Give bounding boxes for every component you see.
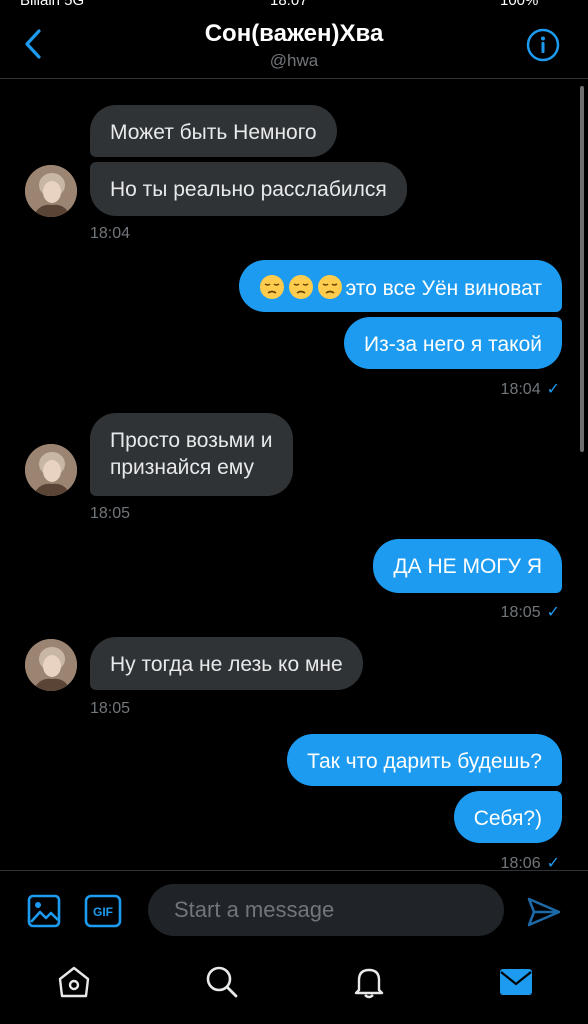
read-check-icon: ✓ [546, 381, 560, 398]
incoming-message[interactable]: Может быть Немного [90, 105, 337, 157]
avatar[interactable] [25, 444, 77, 496]
message-timestamp: 18:04 ✓ [501, 379, 560, 399]
incoming-message[interactable]: Но ты реально расслабился [90, 162, 407, 216]
conversation-title[interactable]: Сон(важен)Хва [0, 20, 588, 48]
incoming-message[interactable]: Просто возьми и признайся ему [90, 413, 293, 496]
timestamp-text: 18:04 [500, 381, 541, 398]
outgoing-message[interactable]: это все Уён виноват [238, 260, 562, 312]
bell-icon[interactable] [351, 964, 387, 1000]
avatar-photo [25, 165, 77, 217]
message-text: это все Уён виноват [345, 277, 542, 300]
conversation-handle: @hwa [269, 51, 319, 70]
message-composer: GIF [0, 870, 588, 949]
avatar[interactable] [25, 639, 77, 691]
conversation-header: Сон(важен)Хва @hwa [0, 10, 588, 79]
search-icon[interactable] [204, 964, 240, 1000]
message-line: признайся ему [110, 456, 254, 479]
avatar-photo [25, 444, 77, 496]
incoming-message[interactable]: Ну тогда не лезь ко мне [90, 637, 363, 690]
read-check-icon: ✓ [546, 604, 560, 621]
status-bar: Billain 5G 18:07 100% [0, 0, 588, 10]
image-icon[interactable] [26, 893, 62, 929]
message-timestamp: 18:05 [90, 505, 131, 522]
outgoing-message[interactable]: Из-за него я такой [344, 317, 562, 369]
message-input[interactable] [148, 884, 504, 936]
gif-icon[interactable]: GIF [84, 893, 122, 929]
battery-level: 100% [500, 0, 539, 9]
outgoing-message[interactable]: Так что дарить будешь? [287, 734, 562, 786]
message-timestamp: 18:04 [90, 225, 131, 242]
pensive-face-icon [288, 275, 313, 299]
send-icon[interactable] [526, 895, 562, 929]
avatar-photo [25, 639, 77, 691]
pensive-face-icon [317, 275, 342, 299]
message-timestamp: 18:05 [90, 700, 131, 717]
gif-label: GIF [93, 905, 113, 919]
outgoing-message[interactable]: Себя?) [453, 791, 562, 843]
avatar[interactable] [25, 165, 77, 217]
home-icon[interactable] [56, 964, 92, 1000]
info-circle-icon[interactable] [526, 28, 560, 62]
scrollbar[interactable] [580, 86, 584, 452]
timestamp-text: 18:05 [500, 604, 541, 621]
carrier-label: Billain 5G [20, 0, 85, 9]
clock: 18:07 [270, 0, 308, 9]
bottom-tab-bar [0, 948, 588, 1024]
message-line: Просто возьми и [110, 429, 273, 452]
outgoing-message[interactable]: ДА НЕ МОГУ Я [373, 539, 562, 593]
mail-icon[interactable] [498, 964, 534, 1000]
pensive-face-icon [259, 275, 284, 299]
message-timestamp: 18:05 ✓ [501, 602, 560, 622]
